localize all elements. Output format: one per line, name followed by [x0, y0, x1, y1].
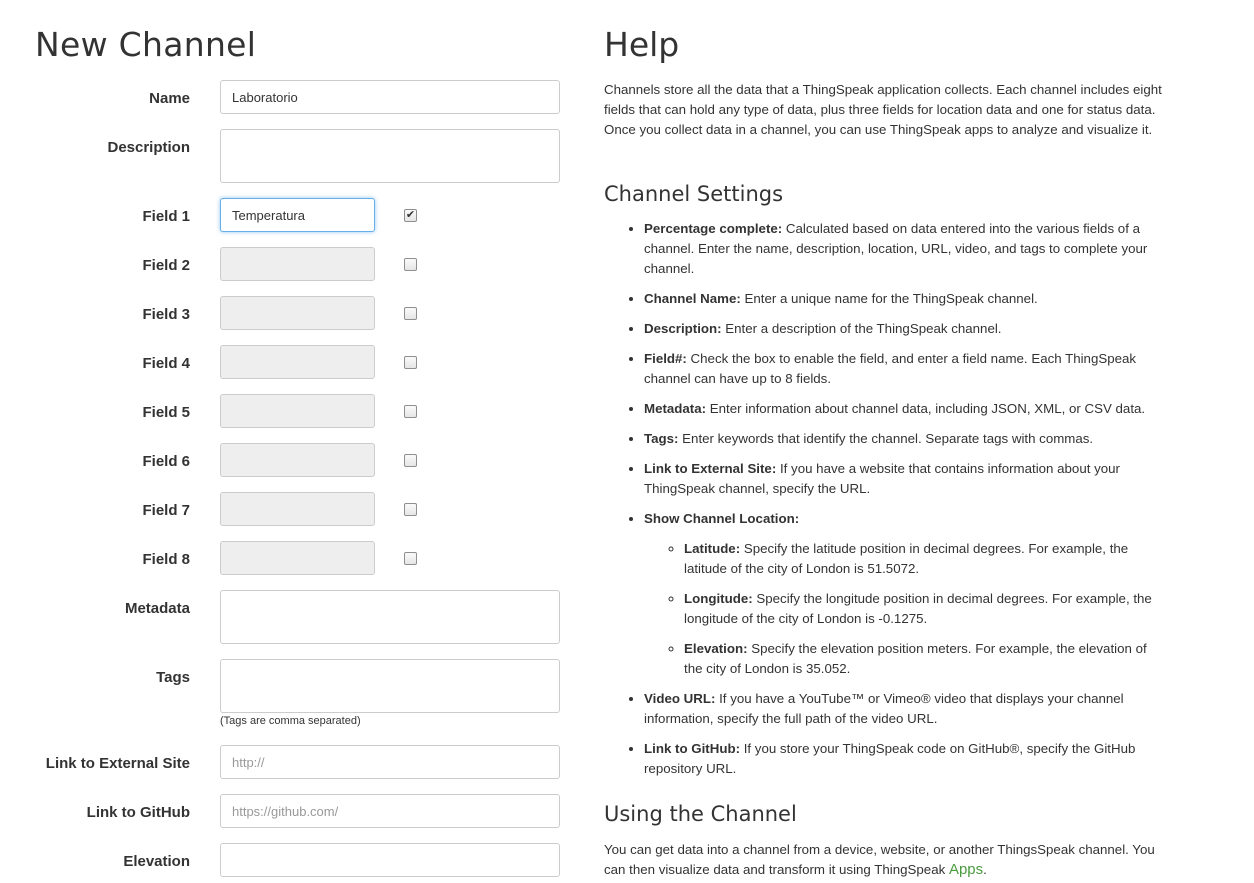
name-input[interactable] — [220, 80, 560, 114]
list-item: Channel Name: Enter a unique name for th… — [644, 289, 1164, 309]
github-input[interactable] — [220, 794, 560, 828]
help-title: Help — [604, 25, 680, 64]
field-5-checkbox[interactable] — [404, 405, 417, 418]
using-channel-text: You can get data into a channel from a d… — [604, 842, 1155, 878]
field-4-checkbox[interactable] — [404, 356, 417, 369]
channel-settings-heading: Channel Settings — [604, 182, 784, 206]
page-title: New Channel — [35, 25, 257, 64]
field-2-input[interactable] — [220, 247, 375, 281]
list-item: Description: Enter a description of the … — [644, 319, 1164, 339]
field-8-checkbox[interactable] — [404, 552, 417, 565]
field-4-label: Field 4 — [142, 355, 190, 372]
field-1-label: Field 1 — [142, 208, 190, 225]
field-3-label: Field 3 — [142, 306, 190, 323]
field-5-label: Field 5 — [142, 404, 190, 421]
list-item: Link to External Site: If you have a web… — [644, 459, 1164, 499]
field-2-label: Field 2 — [142, 257, 190, 274]
name-label: Name — [149, 90, 190, 107]
list-item: Percentage complete: Calculated based on… — [644, 219, 1164, 279]
list-item: Field#: Check the box to enable the fiel… — [644, 349, 1164, 389]
list-item: Show Channel Location: Latitude: Specify… — [644, 509, 1164, 679]
elevation-input[interactable] — [220, 843, 560, 877]
elevation-label: Elevation — [123, 853, 190, 870]
list-item: Metadata: Enter information about channe… — [644, 399, 1164, 419]
field-7-input[interactable] — [220, 492, 375, 526]
field-7-checkbox[interactable] — [404, 503, 417, 516]
list-item: Tags: Enter keywords that identify the c… — [644, 429, 1164, 449]
metadata-input[interactable] — [220, 590, 560, 644]
description-label: Description — [107, 139, 190, 156]
field-7-label: Field 7 — [142, 502, 190, 519]
metadata-label: Metadata — [124, 600, 190, 617]
field-4-input[interactable] — [220, 345, 375, 379]
page: New Channel Name Description Field 1 ✔ F… — [0, 0, 1254, 883]
apps-link[interactable]: Apps — [949, 861, 983, 878]
field-6-label: Field 6 — [142, 453, 190, 470]
external-site-input[interactable] — [220, 745, 560, 779]
list-item: Elevation: Specify the elevation positio… — [684, 639, 1164, 679]
field-8-label: Field 8 — [142, 551, 190, 568]
field-1-input[interactable] — [220, 198, 375, 232]
list-item: Latitude: Specify the latitude position … — [684, 539, 1164, 579]
field-2-checkbox[interactable] — [404, 258, 417, 271]
field-5-input[interactable] — [220, 394, 375, 428]
github-label: Link to GitHub — [86, 804, 190, 821]
channel-settings-list: Percentage complete: Calculated based on… — [604, 219, 1164, 789]
tags-label: Tags — [156, 669, 190, 686]
description-input[interactable] — [220, 129, 560, 183]
list-item: Link to GitHub: If you store your ThingS… — [644, 739, 1164, 779]
list-item: Longitude: Specify the longitude positio… — [684, 589, 1164, 629]
field-6-input[interactable] — [220, 443, 375, 477]
tags-input[interactable] — [220, 659, 560, 713]
field-8-input[interactable] — [220, 541, 375, 575]
list-item: Video URL: If you have a YouTube™ or Vim… — [644, 689, 1164, 729]
help-intro: Channels store all the data that a Thing… — [604, 82, 1162, 137]
field-3-input[interactable] — [220, 296, 375, 330]
using-channel-heading: Using the Channel — [604, 802, 797, 826]
field-6-checkbox[interactable] — [404, 454, 417, 467]
location-sublist: Latitude: Specify the latitude position … — [644, 539, 1164, 679]
external-site-label: Link to External Site — [45, 755, 190, 772]
field-1-checkbox[interactable]: ✔ — [404, 209, 417, 222]
tags-hint: (Tags are comma separated) — [220, 715, 361, 727]
field-3-checkbox[interactable] — [404, 307, 417, 320]
